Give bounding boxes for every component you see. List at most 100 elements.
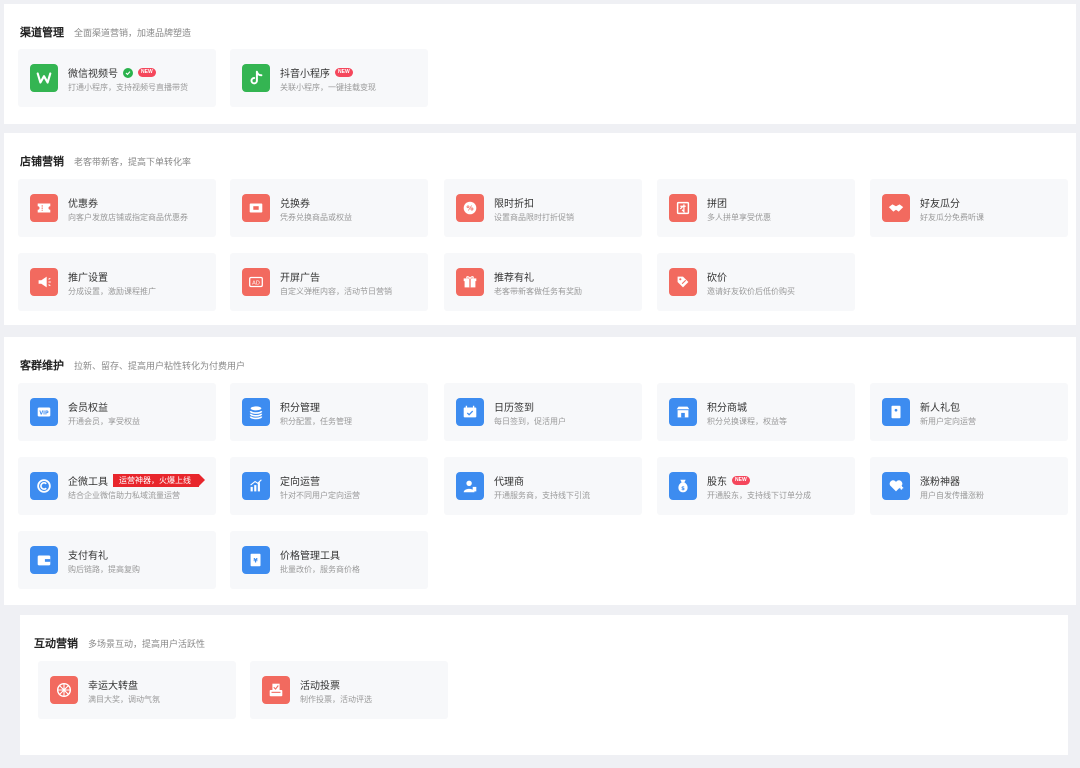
verified-icon (123, 67, 133, 78)
card-event-voting[interactable]: 活动投票 制作投票，活动评选 (250, 661, 448, 719)
card-splash-ad[interactable]: AD 开屏广告 自定义弹框内容，活动节日营销 (230, 253, 428, 311)
card-promotion-settings[interactable]: 推广设置 分成设置，激励课程推广 (18, 253, 216, 311)
card-desc: 关联小程序，一键挂载变现 (280, 83, 376, 92)
wecom-icon (30, 472, 58, 500)
money-bag-icon: $ (669, 472, 697, 500)
megaphone-icon (30, 268, 58, 296)
svg-text:$: $ (681, 486, 685, 492)
store-icon (669, 398, 697, 426)
gift-icon (456, 268, 484, 296)
card-title: 涨粉神器 (920, 477, 960, 488)
wheel-icon (50, 676, 78, 704)
card-title: 拼团 (707, 199, 727, 210)
section-header: 渠道管理 全面渠道营销，加速品牌塑造 (20, 24, 191, 40)
card-title: 推广设置 (68, 273, 108, 284)
group-buy-icon (669, 194, 697, 222)
card-lucky-wheel[interactable]: 幸运大转盘 满目大奖，调动气氛 (38, 661, 236, 719)
section-subtitle: 老客带新客，提高下单转化率 (74, 157, 192, 167)
section-interaction: 互动营销 多场景互动，提高用户活跃性 幸运大转盘 满目大奖，调动气氛 活动投票 … (20, 615, 1068, 755)
card-calendar-checkin[interactable]: 日历签到 每日签到，促活用户 (444, 383, 642, 441)
card-title: 优惠券 (68, 199, 98, 210)
new-badge: NEW (732, 476, 750, 485)
card-desc: 多人拼单享受优惠 (707, 213, 771, 222)
section-store: 店铺营销 老客带新客，提高下单转化率 优惠券 向客户发放店铺或指定商品优惠券 兑… (4, 133, 1076, 325)
promo-badge: 运营神器，火爆上线 (113, 474, 205, 487)
card-desc: 凭券兑换商品或权益 (280, 213, 352, 222)
card-voucher[interactable]: 兑换券 凭券兑换商品或权益 (230, 179, 428, 237)
card-payment-gift[interactable]: 支付有礼 购后链路，提高复购 (18, 531, 216, 589)
card-title: 支付有礼 (68, 551, 108, 562)
section-subtitle: 多场景互动，提高用户活跃性 (88, 639, 206, 649)
card-title: 微信视频号 (68, 69, 118, 80)
section-customer: 客群维护 拉新、留存、提高用户粘性转化为付费用户 VIP 会员权益 开通会员，享… (4, 337, 1076, 605)
bar-chart-icon (242, 472, 270, 500)
card-membership[interactable]: VIP 会员权益 开通会员，享受权益 (18, 383, 216, 441)
agent-icon (456, 472, 484, 500)
card-points-management[interactable]: 积分管理 积分配置，任务管理 (230, 383, 428, 441)
card-group-buy[interactable]: 拼团 多人拼单享受优惠 (657, 179, 855, 237)
handshake-icon (882, 194, 910, 222)
svg-text:AD: AD (252, 280, 260, 286)
svg-text:VIP: VIP (39, 410, 49, 416)
card-title: 限时折扣 (494, 199, 534, 210)
card-desc: 开通服务商，支持线下引流 (494, 491, 590, 500)
card-title: 积分管理 (280, 403, 320, 414)
card-desc: 分成设置，激励课程推广 (68, 287, 156, 296)
card-fan-booster[interactable]: 涨粉神器 用户自发传播涨粉 (870, 457, 1068, 515)
card-desc: 老客带新客做任务有奖励 (494, 287, 582, 296)
price-tag-icon (669, 268, 697, 296)
card-desc: 新用户定向运营 (920, 417, 976, 426)
section-channel: 渠道管理 全面渠道营销，加速品牌塑造 微信视频号 NEW 打通小程序，支持视频号… (4, 4, 1076, 124)
card-desc: 每日签到，促活用户 (494, 417, 566, 426)
heart-plus-icon (882, 472, 910, 500)
new-badge: NEW (335, 68, 353, 77)
card-targeted-operation[interactable]: 定向运营 针对不同用户定向运营 (230, 457, 428, 515)
card-desc: 自定义弹框内容，活动节日营销 (280, 287, 392, 296)
section-header: 互动营销 多场景互动，提高用户活跃性 (34, 635, 205, 651)
card-flash-discount[interactable]: % 限时折扣 设置商品限时打折促销 (444, 179, 642, 237)
card-referral-gift[interactable]: 推荐有礼 老客带新客做任务有奖励 (444, 253, 642, 311)
card-title: 积分商城 (707, 403, 747, 414)
card-desc: 打通小程序，支持视频号直播带货 (68, 83, 188, 92)
card-agent[interactable]: 代理商 开通服务商，支持线下引流 (444, 457, 642, 515)
card-wecom-tools[interactable]: 企微工具 运营神器，火爆上线 结合企业微信助力私域流量运营 (18, 457, 216, 515)
coupon-icon (30, 194, 58, 222)
coins-stack-icon (242, 398, 270, 426)
card-coupon[interactable]: 优惠券 向客户发放店铺或指定商品优惠券 (18, 179, 216, 237)
section-subtitle: 全面渠道营销，加速品牌塑造 (74, 28, 192, 38)
card-desc: 用户自发传播涨粉 (920, 491, 984, 500)
card-points-mall[interactable]: 积分商城 积分兑换课程，权益等 (657, 383, 855, 441)
ad-icon: AD (242, 268, 270, 296)
card-title: 新人礼包 (920, 403, 960, 414)
card-desc: 结合企业微信助力私域流量运营 (68, 491, 180, 500)
card-title: 抖音小程序 (280, 69, 330, 80)
card-desc: 积分配置，任务管理 (280, 417, 352, 426)
douyin-icon (242, 64, 270, 92)
card-title: 开屏广告 (280, 273, 320, 284)
card-desc: 制作投票，活动评选 (300, 695, 372, 704)
voucher-icon (242, 194, 270, 222)
card-title: 日历签到 (494, 403, 534, 414)
calendar-icon (456, 398, 484, 426)
svg-text:¥: ¥ (253, 558, 258, 565)
card-title: 幸运大转盘 (88, 681, 138, 692)
section-header: 客群维护 拉新、留存、提高用户粘性转化为付费用户 (20, 357, 245, 373)
card-douyin-miniprogram[interactable]: 抖音小程序 NEW 关联小程序，一键挂载变现 (230, 49, 428, 107)
card-desc: 针对不同用户定向运营 (280, 491, 360, 500)
card-friend-share[interactable]: 好友瓜分 好友瓜分免费听课 (870, 179, 1068, 237)
card-title: 定向运营 (280, 477, 320, 488)
price-document-icon: ¥ (242, 546, 270, 574)
ballot-box-icon (262, 676, 290, 704)
card-bargain[interactable]: 砍价 邀请好友砍价后低价购买 (657, 253, 855, 311)
section-subtitle: 拉新、留存、提高用户粘性转化为付费用户 (74, 361, 246, 371)
card-title: 企微工具 (68, 477, 108, 488)
card-title: 砍价 (707, 273, 727, 284)
section-title: 客群维护 (20, 360, 64, 372)
section-title: 店铺营销 (20, 156, 64, 168)
vip-icon: VIP (30, 398, 58, 426)
card-shareholder[interactable]: $ 股东 NEW 开通股东，支持线下订单分成 (657, 457, 855, 515)
card-newbie-gift[interactable]: 新人礼包 新用户定向运营 (870, 383, 1068, 441)
card-price-management[interactable]: ¥ 价格管理工具 批量改价，服务商价格 (230, 531, 428, 589)
card-title: 股东 (707, 477, 727, 488)
card-wechat-channels[interactable]: 微信视频号 NEW 打通小程序，支持视频号直播带货 (18, 49, 216, 107)
